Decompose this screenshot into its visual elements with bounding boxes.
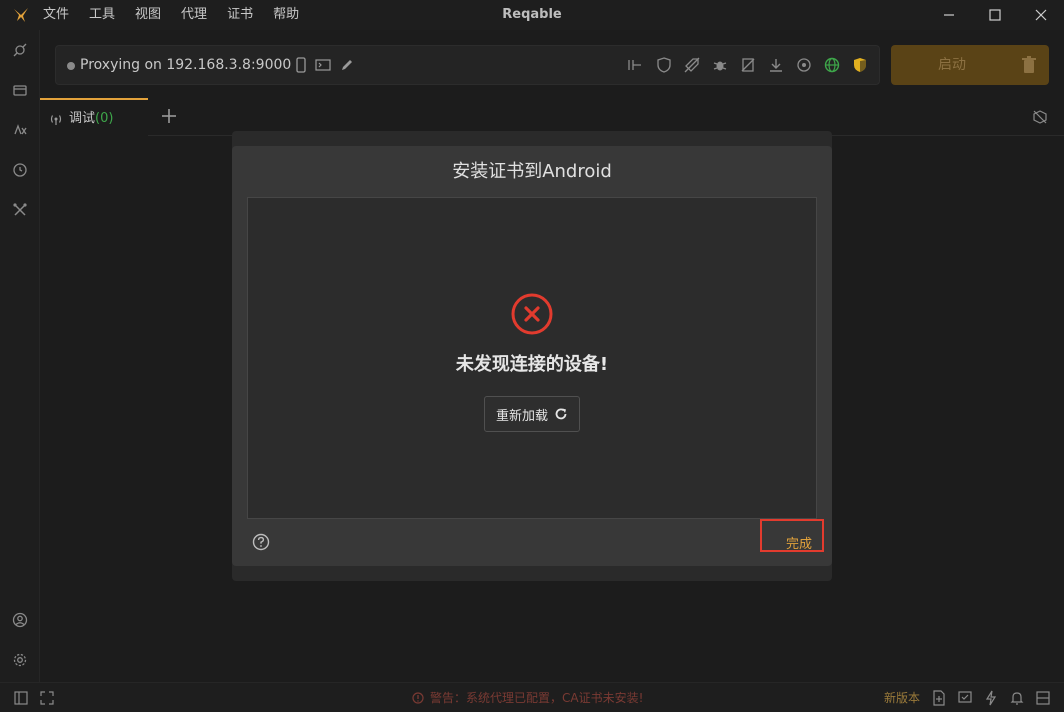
menu-file[interactable]: 文件 <box>43 0 69 30</box>
done-button[interactable]: 完成 <box>760 519 824 552</box>
mobile-icon <box>296 57 306 73</box>
clear-filter-icon[interactable] <box>1032 109 1048 125</box>
reload-button[interactable]: 重新加载 <box>484 396 580 432</box>
satellite-icon <box>13 43 27 57</box>
script-button[interactable] <box>739 56 757 74</box>
certificate-shield-button[interactable] <box>851 56 869 74</box>
window-controls <box>926 0 1064 30</box>
fullscreen-icon[interactable] <box>39 690 55 706</box>
network-button[interactable] <box>823 56 841 74</box>
debug-button[interactable] <box>711 56 729 74</box>
shield-warning-icon <box>854 58 866 72</box>
left-rail <box>0 30 40 682</box>
menu-proxy[interactable]: 代理 <box>181 0 207 30</box>
maximize-button[interactable] <box>972 0 1018 30</box>
refresh-icon <box>555 408 567 420</box>
bell-icon[interactable] <box>1009 690 1025 706</box>
download-button[interactable] <box>767 56 785 74</box>
ssl-button[interactable] <box>655 56 673 74</box>
menu-help[interactable]: 帮助 <box>273 0 299 30</box>
rail-account-button[interactable] <box>10 610 30 630</box>
breakpoint-button[interactable] <box>683 56 701 74</box>
user-icon <box>12 612 28 628</box>
maximize-icon <box>989 9 1001 21</box>
title-bar: 文件 工具 视图 代理 证书 帮助 Reqable <box>0 0 1064 30</box>
rail-tools-button[interactable] <box>10 200 30 220</box>
trash-icon[interactable] <box>1021 56 1037 74</box>
start-label: 启动 <box>938 57 966 73</box>
gateway-icon <box>797 58 811 72</box>
no-tag-icon <box>684 57 700 73</box>
reload-label: 重新加载 <box>495 408 548 424</box>
app-window: 文件 工具 视图 代理 证书 帮助 Reqable Proxying on 19… <box>0 0 1064 712</box>
throttle-button[interactable] <box>626 56 644 74</box>
status-warning-text: 警告：系统代理已配置，CA证书未安装! <box>430 691 644 705</box>
close-icon <box>1035 9 1047 21</box>
box-icon <box>13 85 27 96</box>
new-file-icon[interactable] <box>931 690 947 706</box>
tools-icon <box>13 203 27 216</box>
sidebar-toggle-icon[interactable] <box>13 690 29 706</box>
rail-collections-button[interactable] <box>10 80 30 100</box>
tab-debug-label: 调试(0) <box>69 111 114 126</box>
new-version-link[interactable]: 新版本 <box>884 683 920 712</box>
script-icon <box>741 58 755 72</box>
bug-icon <box>713 61 727 71</box>
layout-icon[interactable] <box>1035 690 1051 706</box>
history-icon <box>13 163 27 177</box>
broadcast-icon <box>50 115 62 125</box>
menu-certificate[interactable]: 证书 <box>227 0 253 30</box>
globe-icon <box>824 57 840 73</box>
rail-history-button[interactable] <box>10 160 30 180</box>
help-icon[interactable] <box>252 533 270 551</box>
gateway-button[interactable] <box>795 56 813 74</box>
no-device-message: 未发现连接的设备! <box>455 354 609 375</box>
status-warning[interactable]: 警告：系统代理已配置，CA证书未安装! <box>412 683 643 712</box>
proxy-bar: Proxying on 192.168.3.8:9000 <box>55 45 880 85</box>
tab-debug[interactable]: 调试(0) <box>40 98 148 136</box>
pencil-icon <box>342 60 352 70</box>
install-certificate-dialog: 安装证书到Android 未发现连接的设备! 重新加载 完成 <box>232 146 832 566</box>
warning-circle-icon <box>412 692 424 704</box>
dialog-body: 未发现连接的设备! 重新加载 <box>247 197 817 519</box>
terminal-button[interactable] <box>314 56 332 74</box>
tab-debug-count: (0) <box>95 111 114 126</box>
close-window-button[interactable] <box>1018 0 1064 30</box>
rail-settings-button[interactable] <box>10 650 30 670</box>
terminal-icon <box>315 59 331 71</box>
edit-proxy-button[interactable] <box>338 56 356 74</box>
error-circle-icon <box>511 293 553 335</box>
start-proxy-button[interactable]: 启动 <box>891 45 1049 85</box>
throttle-icon <box>628 60 641 70</box>
menu-bar: 文件 工具 视图 代理 证书 帮助 <box>43 0 319 30</box>
lightning-icon[interactable] <box>983 690 999 706</box>
gear-icon <box>13 653 27 667</box>
rail-capture-button[interactable] <box>10 40 30 60</box>
add-tab-icon[interactable] <box>160 107 178 125</box>
proxy-status-text: Proxying on 192.168.3.8:9000 <box>80 57 292 73</box>
feedback-icon[interactable] <box>957 690 973 706</box>
minimize-button[interactable] <box>926 0 972 30</box>
proxy-status-dot <box>67 62 75 70</box>
menu-view[interactable]: 视图 <box>135 0 161 30</box>
rail-function-button[interactable] <box>10 120 30 140</box>
function-icon <box>14 124 27 135</box>
status-bar: 警告：系统代理已配置，CA证书未安装! 新版本 <box>0 682 1064 712</box>
dialog-title: 安装证书到Android <box>452 161 612 182</box>
mobile-button[interactable] <box>292 56 310 74</box>
reqable-logo-icon <box>14 8 28 22</box>
shield-a-icon <box>657 57 671 73</box>
menu-tools[interactable]: 工具 <box>89 0 115 30</box>
done-label: 完成 <box>786 537 813 552</box>
download-icon <box>770 59 782 72</box>
minimize-icon <box>944 14 954 16</box>
